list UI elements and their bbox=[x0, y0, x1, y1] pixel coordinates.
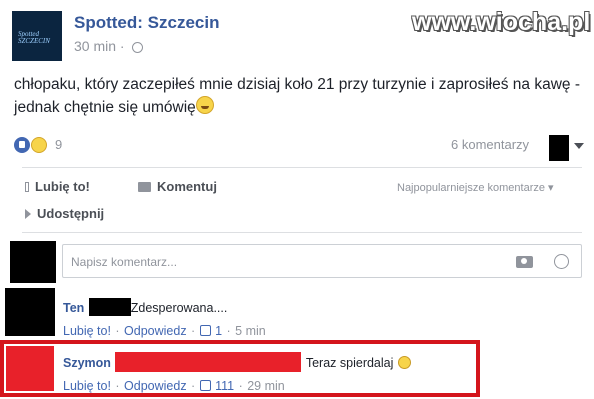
comment-text: Teraz spierdalaj bbox=[305, 356, 394, 370]
separator-dot: · bbox=[191, 379, 196, 393]
comment-count-link[interactable]: 6 komentarzy bbox=[451, 137, 529, 152]
globe-icon bbox=[132, 41, 144, 53]
comment-actions: Lubię to! · Odpowiedz · 1 · 5 min bbox=[63, 322, 266, 340]
post-time: 30 min bbox=[74, 38, 117, 54]
author-surname-redacted bbox=[88, 298, 131, 316]
page-name-link[interactable]: Spotted: Szczecin bbox=[74, 13, 219, 33]
comment-button[interactable]: Komentuj bbox=[138, 179, 217, 194]
share-arrow-icon bbox=[25, 209, 31, 219]
comment-like-count[interactable]: 111 bbox=[215, 379, 234, 393]
like-button[interactable]: Lubię to! bbox=[25, 179, 90, 194]
post-text: chłopaku, który zaczepiłeś mnie dzisiaj … bbox=[14, 76, 580, 116]
chevron-down-icon[interactable] bbox=[574, 143, 584, 149]
comment-author[interactable]: Szymon bbox=[63, 356, 111, 370]
sort-comments-dropdown[interactable]: Najpopularniejsze komentarze ▾ bbox=[397, 181, 554, 194]
comment-avatar-redacted[interactable] bbox=[6, 346, 54, 391]
divider bbox=[22, 232, 582, 233]
smile-emoji-icon bbox=[397, 356, 411, 369]
page-avatar[interactable]: Spotted SZCZECIN bbox=[12, 11, 62, 61]
comment-time[interactable]: 5 min bbox=[235, 324, 266, 338]
comment-row: Ten Zdesperowana.... bbox=[63, 298, 227, 317]
avatar-logo-text: Spotted SZCZECIN bbox=[18, 30, 50, 45]
comment-like-link[interactable]: Lubię to! bbox=[63, 324, 111, 338]
thumb-up-icon bbox=[199, 380, 211, 391]
author-surname-redacted bbox=[115, 352, 302, 372]
divider bbox=[22, 167, 582, 168]
comment-reply-link[interactable]: Odpowiedz bbox=[124, 324, 187, 338]
user-avatar-redacted bbox=[10, 241, 56, 283]
like-reaction-icon[interactable] bbox=[14, 137, 30, 153]
post-body: chłopaku, który zaczepiłeś mnie dzisiaj … bbox=[14, 74, 589, 119]
thumb-up-icon bbox=[199, 325, 211, 336]
comment-time[interactable]: 29 min bbox=[247, 379, 285, 393]
comment-avatar-redacted[interactable] bbox=[5, 288, 55, 336]
separator-dot: · bbox=[238, 379, 243, 393]
speech-bubble-icon bbox=[138, 182, 151, 192]
separator-dot: · bbox=[191, 324, 196, 338]
comment-placeholder: Napisz komentarz... bbox=[71, 255, 178, 269]
share-button[interactable]: Udostępnij bbox=[25, 206, 104, 221]
haha-reaction-icon[interactable] bbox=[31, 137, 47, 153]
separator-dot: · bbox=[115, 324, 120, 338]
comment-actions: Lubię to! · Odpowiedz · 111 · 29 min bbox=[63, 377, 285, 395]
watermark: www.wiocha.pl bbox=[412, 8, 591, 36]
comment-reply-link[interactable]: Odpowiedz bbox=[124, 379, 187, 393]
caret-down-icon: ▾ bbox=[548, 182, 554, 194]
separator-dot: · bbox=[226, 324, 231, 338]
comment-author[interactable]: Ten bbox=[63, 301, 84, 315]
redacted-block bbox=[549, 135, 569, 161]
emoji-icon[interactable] bbox=[554, 254, 569, 269]
camera-icon[interactable] bbox=[516, 256, 533, 268]
thumb-up-icon bbox=[25, 182, 29, 192]
grinning-emoji-icon bbox=[195, 96, 214, 114]
comment-like-count[interactable]: 1 bbox=[215, 324, 222, 338]
post-timestamp[interactable]: 30 min · bbox=[74, 38, 144, 54]
meta-dot: · bbox=[119, 38, 125, 54]
comment-like-link[interactable]: Lubię to! bbox=[63, 379, 111, 393]
comment-text: Zdesperowana.... bbox=[130, 301, 228, 315]
comment-row: Szymon Teraz spierdalaj bbox=[63, 352, 411, 372]
reaction-count[interactable]: 9 bbox=[55, 137, 62, 152]
separator-dot: · bbox=[115, 379, 120, 393]
